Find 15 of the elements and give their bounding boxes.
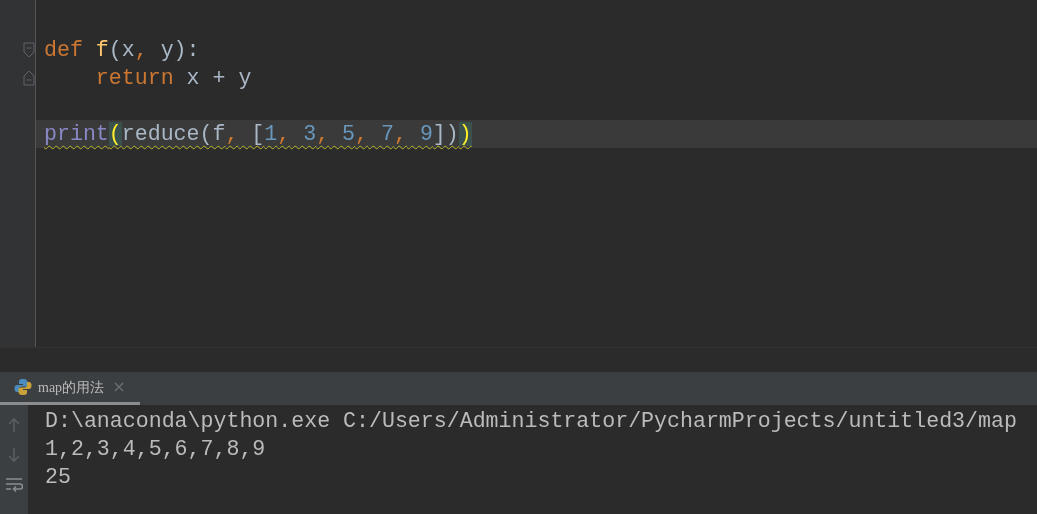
code-line: def f(x, y): — [44, 37, 200, 63]
code-line: print(reduce(f, [1, 3, 5, 7, 9])) — [44, 121, 472, 147]
fold-icon[interactable] — [23, 70, 35, 86]
python-logo-icon — [14, 378, 32, 396]
tab-label: map的用法 — [38, 378, 105, 397]
up-arrow-icon[interactable] — [7, 417, 21, 433]
close-icon[interactable] — [114, 382, 125, 392]
console-output-line: D:\anaconda\python.exe C:/Users/Administrator/PycharmProjects/untitled3/map — [45, 408, 1017, 435]
fold-icon[interactable] — [23, 42, 35, 58]
down-arrow-icon[interactable] — [7, 447, 21, 463]
console-output-line: 1,2,3,4,5,6,7,8,9 — [45, 436, 266, 463]
code-editor[interactable]: def f(x, y): return x + y print(reduce(f, [1, 3, 5, 7, 9])) — [0, 0, 1037, 347]
code-line: return x + y — [94, 65, 252, 91]
console-output-line: 25 — [45, 464, 71, 491]
soft-wrap-icon[interactable] — [5, 477, 23, 493]
